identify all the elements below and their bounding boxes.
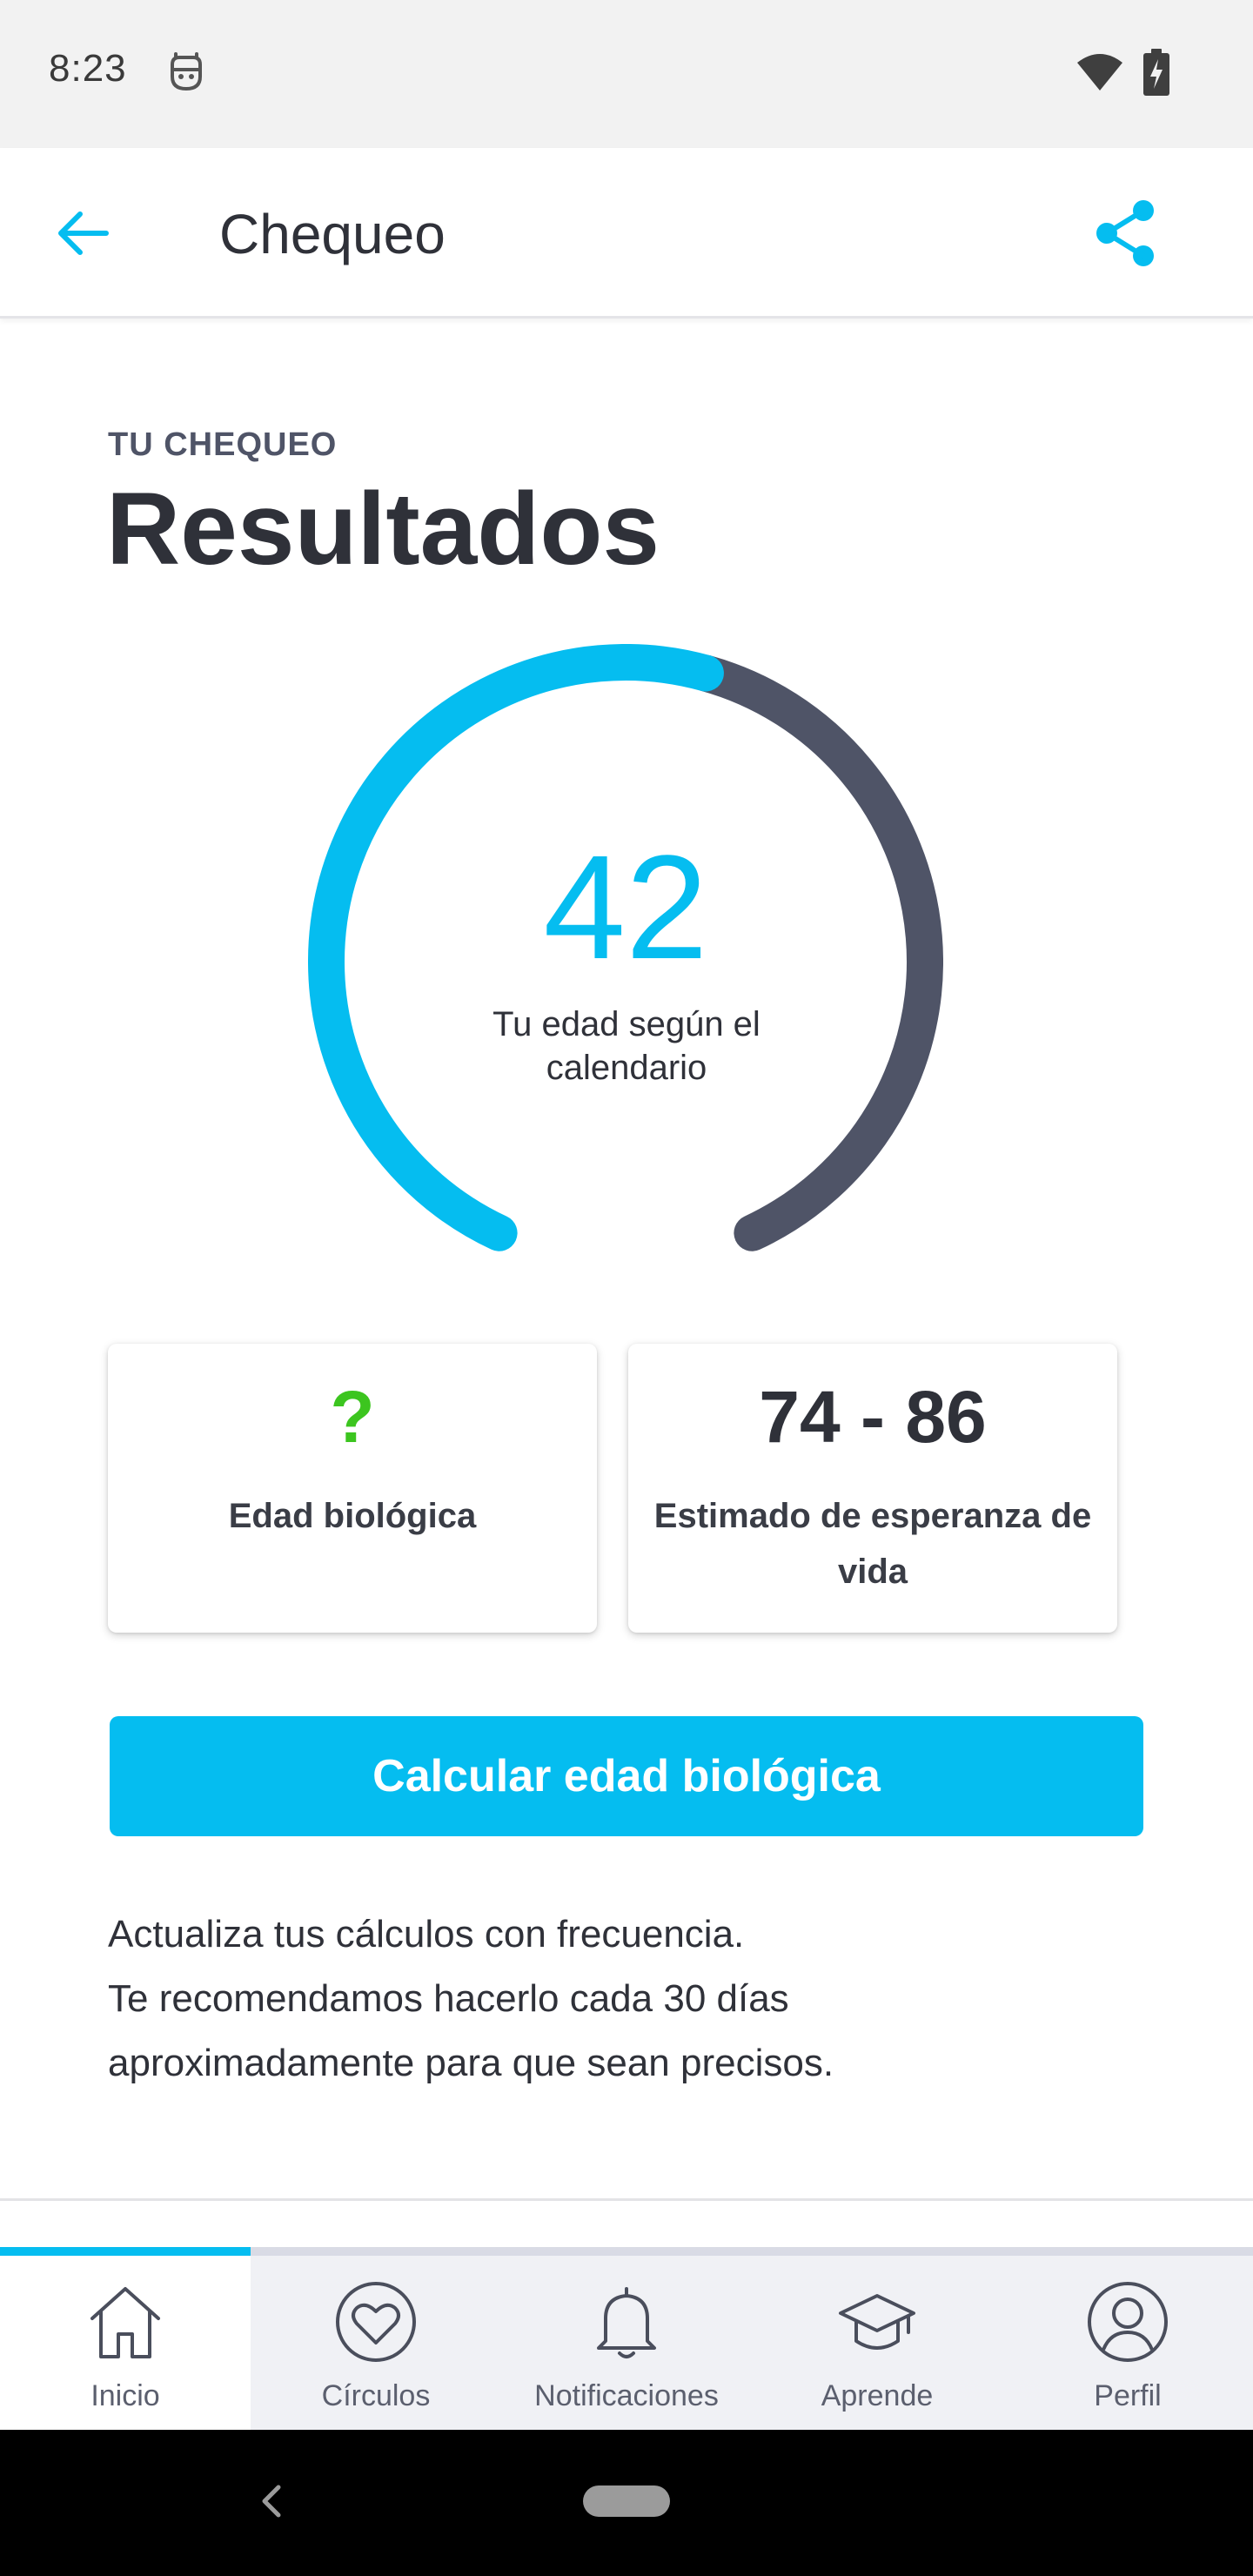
home-icon: [90, 2287, 160, 2358]
life-expectancy-caption: Estimado de esperanza de vida: [653, 1497, 1092, 1591]
update-note: Actualiza tus cálculos con frecuencia. T…: [108, 1902, 1152, 2096]
update-note-line: Te recomendamos hacerlo cada 30 días: [108, 1977, 789, 2020]
calendar-age-label: Tu edad según el calendario: [492, 1005, 761, 1087]
bottom-nav: Inicio Círculos Notificaciones Aprende P…: [0, 2256, 1253, 2430]
nav-label: Notificaciones: [534, 2379, 719, 2412]
divider: [0, 2198, 1253, 2201]
calculate-biological-age-button[interactable]: Calcular edad biológica: [110, 1716, 1143, 1836]
user-icon: [1088, 2282, 1168, 2362]
nav-item-notificaciones[interactable]: Notificaciones: [501, 2256, 752, 2430]
nav-label: Círculos: [321, 2379, 431, 2412]
nav-label: Inicio: [90, 2379, 160, 2412]
page-title: Resultados: [106, 472, 660, 587]
life-expectancy-card[interactable]: 74 - 86 Estimado de esperanza de vida: [628, 1344, 1117, 1633]
status-bar: 8:23: [0, 0, 1253, 148]
nav-label: Aprende: [821, 2379, 934, 2412]
bell-icon: [597, 2287, 656, 2358]
robot-icon: [171, 52, 202, 91]
nav-label: Perfil: [1094, 2379, 1162, 2412]
status-time: 8:23: [49, 47, 127, 90]
section-eyebrow: TU CHEQUEO: [108, 426, 338, 463]
nav-active-indicator: [0, 2247, 251, 2256]
battery-charging-icon: [1143, 49, 1169, 96]
back-chevron-icon[interactable]: [256, 2475, 285, 2527]
nav-item-inicio[interactable]: Inicio: [0, 2256, 251, 2430]
system-nav-bar: [0, 2430, 1253, 2576]
arrow-left-icon[interactable]: [50, 200, 117, 266]
nav-item-perfil[interactable]: Perfil: [1002, 2256, 1253, 2430]
life-expectancy-value: 74 - 86: [759, 1376, 987, 1458]
wifi-icon: [1077, 54, 1122, 91]
heart-circle-icon: [336, 2282, 416, 2362]
share-icon[interactable]: [1091, 197, 1161, 270]
home-pill-icon[interactable]: [583, 2485, 670, 2517]
calendar-age-value: 42: [543, 825, 708, 990]
update-note-line: Actualiza tus cálculos con frecuencia.: [108, 1913, 745, 1955]
screen: 8:23 Chequeo TU CHEQUEO Resultados 42 Tu…: [0, 0, 1253, 2576]
biological-age-card[interactable]: ? Edad biológica: [108, 1344, 597, 1633]
biological-age-caption: Edad biológica: [228, 1497, 477, 1535]
graduation-cap-icon: [839, 2294, 915, 2350]
update-note-line: aproximadamente para que sean precisos.: [108, 2042, 834, 2084]
nav-item-circulos[interactable]: Círculos: [251, 2256, 501, 2430]
app-bar: Chequeo: [0, 148, 1253, 319]
nav-item-aprende[interactable]: Aprende: [752, 2256, 1002, 2430]
biological-age-value: ?: [330, 1376, 375, 1458]
page-title-appbar: Chequeo: [219, 203, 446, 265]
nav-indicator-track: [0, 2247, 1253, 2256]
